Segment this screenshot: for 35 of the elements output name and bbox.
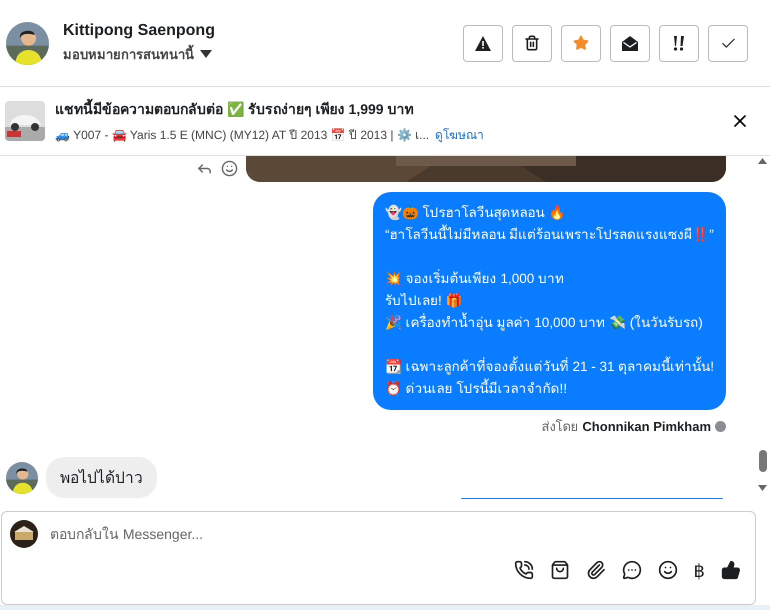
page-avatar	[10, 520, 38, 548]
react-icon[interactable]	[221, 160, 238, 177]
view-ad-link[interactable]: ดูโฆษณา	[435, 125, 484, 144]
ad-details: 🚙 Y007 - 🚘 Yaris 1.5 E (MNC) (MY12) AT ปี 2013 📅 ปี 2013 | ⚙ เ...	[55, 127, 430, 144]
emoji-icon[interactable]	[658, 560, 678, 582]
message-bubble: พอไปได้ปาว	[46, 457, 157, 498]
assign-dropdown[interactable]: มอบหมายการสนทนานี้	[63, 44, 463, 64]
scroll-up-icon[interactable]	[758, 158, 767, 164]
sender-name: Chonnikan Pimkham	[582, 419, 711, 434]
chat-bubble-icon[interactable]	[622, 560, 642, 582]
warning-icon	[475, 36, 491, 50]
payment-button[interactable]: ฿	[694, 560, 705, 582]
star-button[interactable]	[561, 24, 601, 62]
trash-icon	[524, 35, 540, 51]
sent-by-label: ส่งโดย	[541, 418, 578, 436]
profile-avatar	[6, 22, 49, 64]
message-text: 💥 จองเริ่มต้นเพียง 1,000 บาท รับไปเลย! 🎁 🎉 เครื่องทำน้ำอุ่น มูลค่า 10,000 บาท 💸 (ในวันรับรถ)	[384, 268, 704, 332]
open-envelope-icon	[622, 36, 638, 50]
attach-icon[interactable]	[586, 560, 606, 582]
delete-button[interactable]	[512, 24, 552, 62]
unread-button[interactable]	[610, 24, 650, 62]
contact-avatar	[6, 462, 38, 494]
scrollbar-thumb[interactable]	[758, 450, 766, 472]
scroll-down-icon[interactable]	[758, 485, 767, 491]
shopping-bag-icon[interactable]	[550, 560, 570, 582]
like-icon[interactable]	[721, 560, 741, 582]
important-button[interactable]	[659, 24, 699, 62]
spam-button[interactable]	[463, 24, 503, 62]
message-text: 👻🎃 โปรฮาโลวีนสุดหลอน 🔥 “ฮาโลวีนนี้ไม่มีหลอน มีแต่ร้อนเพราะโปรลดแรงแซงผี‼”	[384, 204, 714, 244]
exclamation-icon	[672, 36, 686, 50]
contact-name: Kittipong Saenpong	[63, 22, 216, 40]
message-text: 📆 เฉพาะลูกค้าที่จองตั้งแต่วันที่ 21 - 31 ตุลาคมนี้เท่านั้น! ⏰ ด่วนเลย โปรนี้มีเวลาจำกัด!!	[384, 356, 714, 400]
caret-icon	[200, 50, 212, 58]
call-icon[interactable]	[514, 560, 534, 582]
ad-title: แชทนี้มีข้อความตอบกลับต่อ ✅ รับรถง่ายๆ เพียง 1,999 บาท	[55, 98, 720, 120]
